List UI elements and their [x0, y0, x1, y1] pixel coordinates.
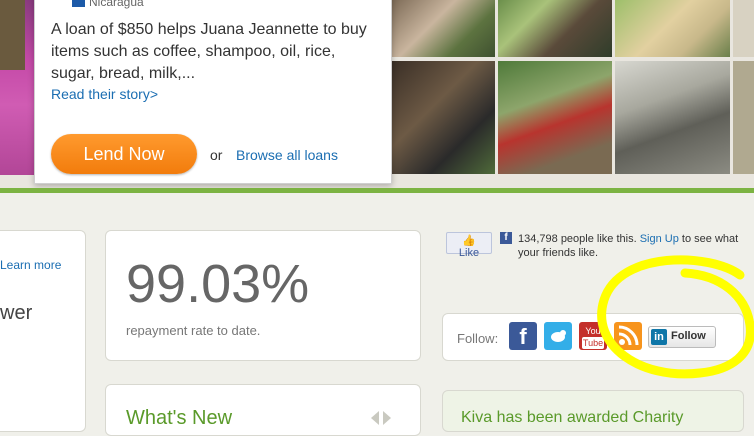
repayment-rate-value: 99.03% — [126, 254, 310, 314]
carousel-arrows-icon[interactable] — [366, 409, 396, 427]
borrower-photo[interactable] — [392, 0, 495, 57]
borrower-photo[interactable] — [733, 0, 754, 57]
borrower-photo[interactable] — [498, 0, 612, 57]
browse-all-loans-link[interactable]: Browse all loans — [236, 147, 338, 163]
whats-new-card: What's New — [105, 384, 421, 436]
lend-now-button[interactable]: Lend Now — [51, 134, 197, 174]
section-divider — [0, 188, 754, 193]
thumbs-up-icon: 👍 — [462, 235, 476, 247]
yellow-annotation-circle — [597, 255, 754, 379]
read-story-link[interactable]: Read their story> — [51, 86, 158, 102]
country-label: Nicaragua — [89, 0, 144, 9]
flag-icon — [72, 0, 85, 7]
whats-new-heading: What's New — [126, 407, 233, 429]
facebook-like-button[interactable]: 👍Like — [446, 232, 492, 259]
twitter-icon[interactable] — [544, 322, 572, 350]
kiva-award-card: Kiva has been awarded Charity — [442, 390, 744, 432]
kiva-award-text: Kiva has been awarded Charity — [461, 409, 684, 426]
loan-description: A loan of $850 helps Juana Jeannette to … — [51, 21, 367, 82]
facebook-icon[interactable]: f — [509, 322, 537, 350]
borrower-photo[interactable] — [733, 61, 754, 174]
loan-country: Nicaragua — [72, 0, 144, 9]
card-heading-partial: wer — [0, 302, 33, 324]
follow-label: Follow: — [457, 331, 499, 346]
repayment-rate-caption: repayment rate to date. — [126, 323, 261, 338]
sign-up-link[interactable]: Sign Up — [640, 233, 679, 245]
or-label: or — [210, 147, 223, 163]
learn-more-link[interactable]: Learn more — [0, 258, 61, 272]
repayment-card: 99.03% repayment rate to date. — [105, 230, 421, 361]
facebook-icon: f — [500, 232, 512, 244]
borrower-photo[interactable] — [615, 61, 730, 174]
carousel-arrows[interactable] — [366, 409, 396, 427]
bird-glyph — [551, 330, 566, 342]
like-count-text: 134,798 people like this. — [518, 233, 637, 245]
like-label: Like — [458, 247, 480, 259]
borrower-photo[interactable] — [498, 61, 612, 174]
featured-loan-banner: Nicaragua A loan of $850 helps Juana Jea… — [0, 0, 754, 190]
borrower-photo[interactable] — [392, 61, 495, 174]
loan-card: Nicaragua A loan of $850 helps Juana Jea… — [34, 0, 392, 184]
borrower-photo[interactable] — [615, 0, 730, 57]
